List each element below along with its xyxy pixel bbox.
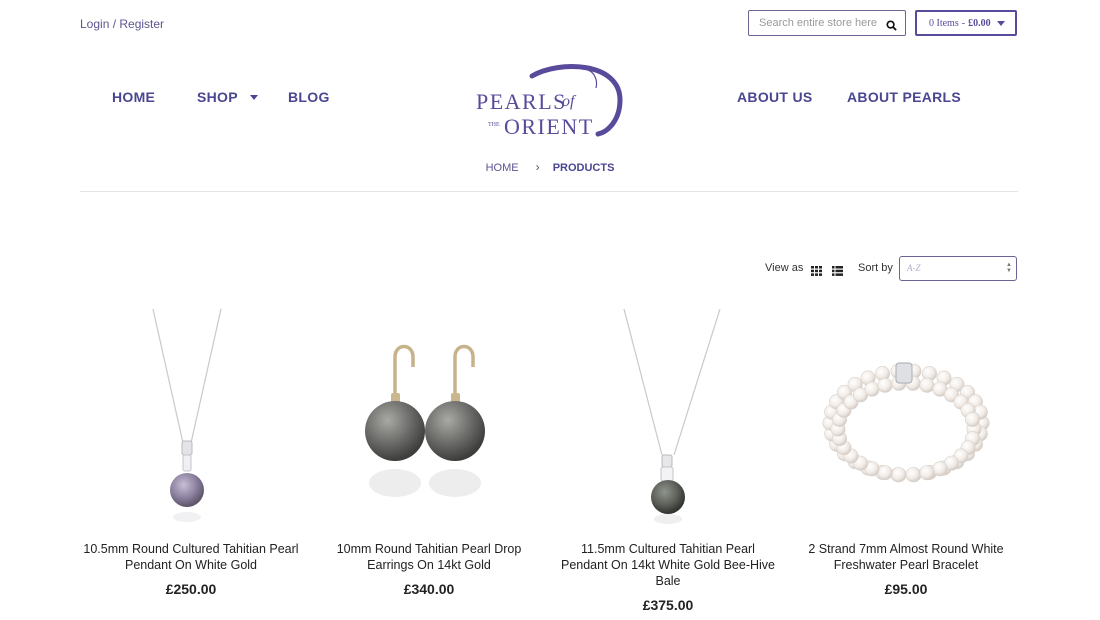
sort-select[interactable]: A-Z ▲ ▼ <box>899 256 1017 281</box>
breadcrumb-home[interactable]: HOME <box>486 162 519 174</box>
product-price: £250.00 <box>165 581 217 597</box>
search-icon[interactable] <box>886 18 897 36</box>
nav-shop-label: SHOP <box>197 89 238 105</box>
logo-text-orient: ORIENT <box>504 114 594 139</box>
product-card[interactable]: 10.5mm Round Cultured Tahitian Pearl Pen… <box>73 305 309 597</box>
product-image[interactable] <box>788 305 1024 527</box>
product-card[interactable]: 11.5mm Cultured Tahitian Pearl Pendant O… <box>550 305 786 613</box>
pearl-bead <box>919 465 935 481</box>
site-logo[interactable]: PEARLS of THE ORIENT <box>470 62 630 142</box>
product-name[interactable]: 10mm Round Tahitian Pearl Drop Earrings … <box>318 541 540 573</box>
product-card[interactable]: 10mm Round Tahitian Pearl Drop Earrings … <box>311 305 547 597</box>
pearl-bead <box>932 461 948 477</box>
breadcrumb-separator: › <box>535 160 540 174</box>
view-as-label: View as <box>765 262 804 274</box>
bracelet-clasp <box>895 362 913 384</box>
header-divider <box>80 191 1018 192</box>
logo-text-of: of <box>562 93 577 110</box>
select-arrows-icon: ▲ ▼ <box>1006 262 1012 274</box>
cart-dropdown[interactable]: 0 Items - £0.00 <box>915 10 1017 36</box>
product-image[interactable] <box>73 305 309 527</box>
cart-dash: - <box>961 17 966 29</box>
pearl-bead <box>891 467 907 483</box>
logo-text-the: THE <box>488 122 500 128</box>
product-name[interactable]: 11.5mm Cultured Tahitian Pearl Pendant O… <box>557 541 779 589</box>
search-input[interactable] <box>757 16 885 30</box>
pearl-bead <box>919 377 935 393</box>
cart-total: £0.00 <box>968 17 991 29</box>
nav-home[interactable]: HOME <box>112 89 155 105</box>
pearl-bead <box>864 381 880 397</box>
pearl-bead <box>877 465 893 481</box>
product-name[interactable]: 10.5mm Round Cultured Tahitian Pearl Pen… <box>80 541 302 573</box>
product-name[interactable]: 2 Strand 7mm Almost Round White Freshwat… <box>795 541 1017 573</box>
sort-selected-value: A-Z <box>907 263 921 273</box>
logo-text-pearls: PEARLS <box>476 89 567 114</box>
grid-view-icon[interactable] <box>811 263 822 281</box>
product-price: £340.00 <box>403 581 455 597</box>
product-image[interactable] <box>550 305 786 527</box>
chevron-down-icon <box>249 94 258 100</box>
bracelet-illustration <box>822 362 990 483</box>
pearl-bead <box>905 467 921 483</box>
pearl-bead <box>965 411 981 427</box>
nav-shop[interactable]: SHOP <box>197 89 258 105</box>
cart-items-count: 0 Items <box>929 17 959 29</box>
sort-by-label: Sort by <box>858 262 893 274</box>
nav-blog[interactable]: BLOG <box>288 89 330 105</box>
list-view-icon[interactable] <box>832 263 843 281</box>
nav-about-us[interactable]: ABOUT US <box>737 89 813 105</box>
product-image[interactable] <box>311 305 547 527</box>
breadcrumb: HOME › PRODUCTS <box>0 160 1100 174</box>
chevron-down-icon <box>996 20 1005 26</box>
product-price: £375.00 <box>642 597 694 613</box>
pearl-bead <box>877 377 893 393</box>
breadcrumb-current: PRODUCTS <box>552 162 615 174</box>
product-card[interactable]: 2 Strand 7mm Almost Round White Freshwat… <box>788 305 1024 597</box>
nav-about-pearls[interactable]: ABOUT PEARLS <box>847 89 961 105</box>
search-box[interactable] <box>748 10 906 36</box>
product-price: £95.00 <box>884 581 928 597</box>
login-register-link[interactable]: Login / Register <box>80 17 164 31</box>
